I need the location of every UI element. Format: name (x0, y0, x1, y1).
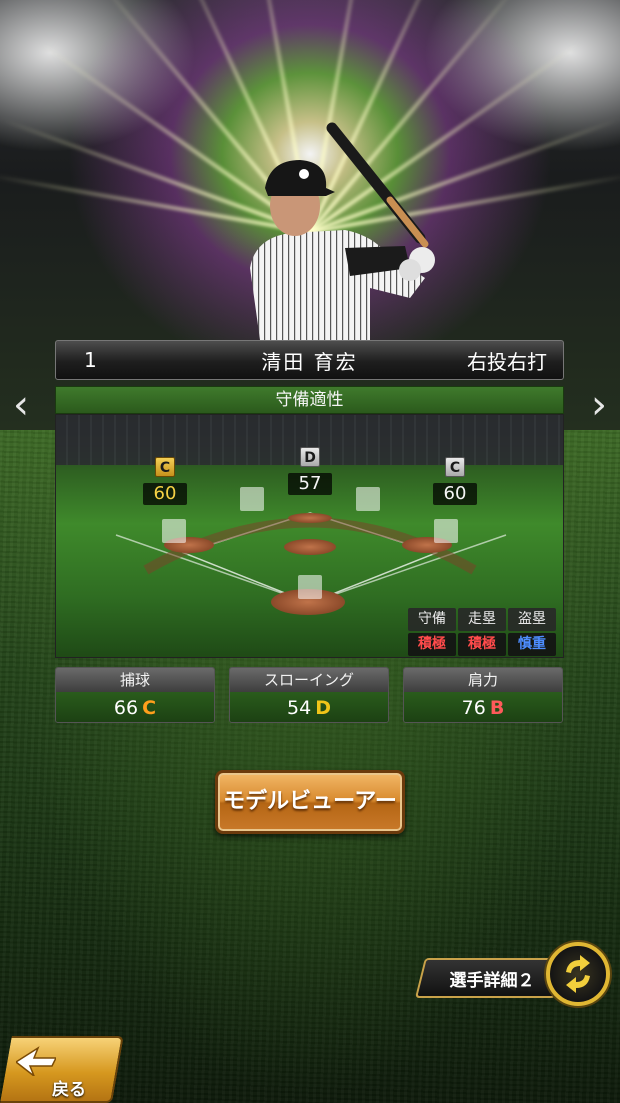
stat-grade: D (315, 697, 331, 719)
next-player-arrow[interactable]: › (586, 383, 612, 427)
player-name-bar: 1 清田 育宏 右投右打 (55, 340, 564, 380)
throw-bat-hand: 右投右打 (467, 349, 547, 374)
position-first-base (434, 519, 458, 543)
stat-value: 76 (461, 697, 486, 719)
stat-value: 54 (287, 697, 312, 719)
stat-arm-strength: 肩力 76 B (403, 667, 563, 723)
player-detail-label[interactable]: 選手詳細２ (432, 966, 552, 991)
tendency-value-defense: 積極 (408, 633, 456, 656)
swap-icon[interactable] (546, 942, 610, 1006)
tendency-table: 守備 走塁 盗塁 積極 積極 慎重 (408, 608, 556, 656)
position-shortstop (240, 487, 264, 511)
stat-value-row: 76 B (404, 692, 562, 722)
back-label[interactable]: 戻る (52, 1075, 86, 1100)
tendency-value-baserunning: 積極 (458, 633, 506, 656)
tendency-header-steal: 盗塁 (508, 608, 556, 631)
right-field-grade: C (445, 457, 465, 477)
infield-dirt-2b (288, 513, 332, 523)
model-viewer-button[interactable]: モデルビューアー (215, 770, 405, 834)
left-field-value: 60 (143, 483, 187, 505)
stat-label: 捕球 (56, 668, 214, 692)
stat-value: 66 (113, 697, 139, 719)
stat-grade: C (142, 697, 157, 719)
tendency-value-steal: 慎重 (508, 633, 556, 656)
player-image (250, 122, 435, 340)
back-arrow-icon (16, 1046, 56, 1076)
defense-aptitude-header: 守備適性 (55, 386, 564, 414)
stat-grade: B (489, 697, 505, 719)
prev-player-arrow[interactable]: ‹ (8, 383, 34, 427)
right-field-value: 60 (433, 483, 477, 505)
position-second-base (356, 487, 380, 511)
stat-value-row: 54 D (230, 692, 388, 722)
stat-label: 肩力 (404, 668, 562, 692)
stat-catching: 捕球 66 C (55, 667, 215, 723)
left-field-grade: C (155, 457, 175, 477)
position-third-base (162, 519, 186, 543)
center-field-grade: D (300, 447, 320, 467)
stat-throwing: スローイング 54 D (229, 667, 389, 723)
position-catcher (298, 575, 322, 599)
tendency-header-baserunning: 走塁 (458, 608, 506, 631)
pitcher-mound (284, 539, 336, 555)
stat-label: スローイング (230, 668, 388, 692)
center-field-value: 57 (288, 473, 332, 495)
stat-value-row: 66 C (56, 692, 214, 722)
tendency-header-defense: 守備 (408, 608, 456, 631)
